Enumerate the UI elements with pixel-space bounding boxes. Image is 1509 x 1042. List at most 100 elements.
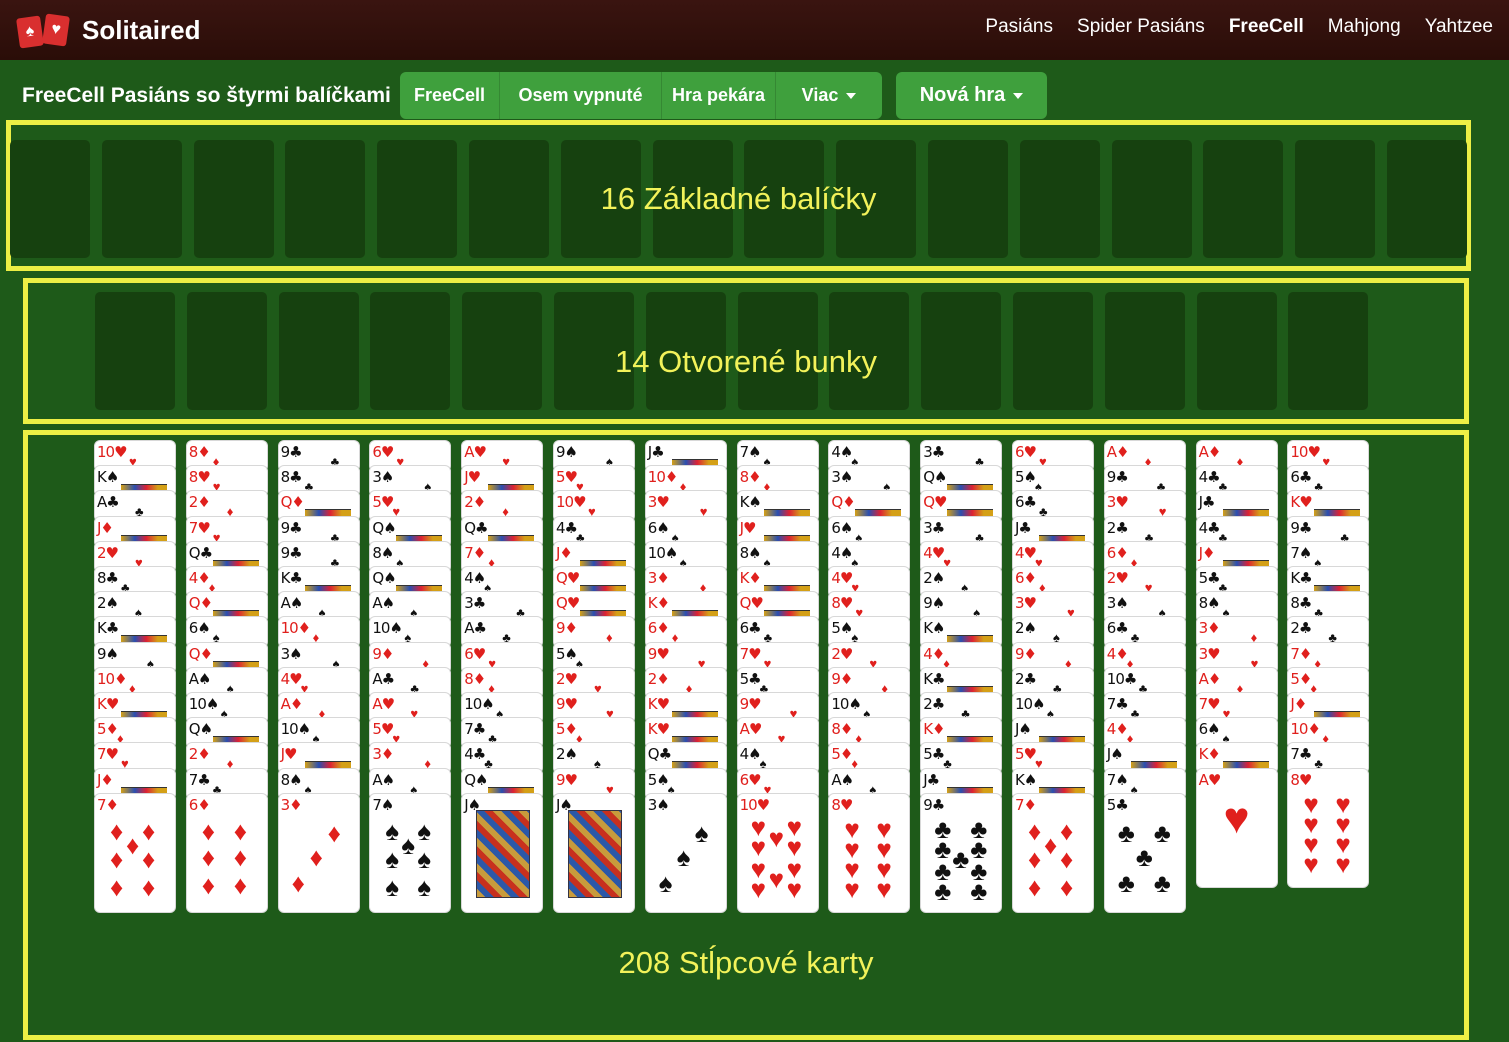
card-pips: ♦ ♦ ♦ ♦ ♦ ♦ ♦: [95, 814, 175, 904]
new-game-dropdown[interactable]: Nová hra: [896, 72, 1047, 119]
card-label: A♠: [280, 594, 304, 613]
card-label: A♥: [464, 443, 487, 461]
card-label: 2♣: [923, 695, 945, 713]
card-label: 10♠: [647, 543, 679, 562]
card-label: 8♥: [831, 594, 853, 613]
card-label: 9♥: [647, 644, 670, 663]
card-label: 7♠: [1290, 543, 1312, 562]
suit-pip-icon: ♥: [768, 863, 785, 894]
playing-card[interactable]: 7♠ ♠ ♠ ♠ ♠ ♠ ♠ ♠: [370, 793, 451, 912]
suit-pip-icon: ♦: [142, 843, 156, 874]
variant-freecell-button[interactable]: FreeCell: [400, 72, 500, 119]
card-label: 8♦: [739, 468, 762, 487]
card-label: 9♣: [923, 795, 945, 814]
card-label: 2♣: [1106, 518, 1129, 537]
card-label: A♠: [188, 669, 212, 688]
playing-card[interactable]: J♠: [554, 793, 634, 912]
suit-pip-icon: ♥: [750, 873, 767, 904]
card-label: 3♣: [923, 518, 945, 537]
card-label: 8♥: [1290, 770, 1312, 789]
card-label: 7♦: [97, 795, 119, 814]
card-label: 6♣: [1106, 619, 1129, 638]
card-pips: ♣ ♣ ♣ ♣ ♣ ♣ ♣ ♣ ♣: [921, 814, 1001, 904]
card-label: 3♦: [1198, 619, 1221, 638]
nav-link-mahjong[interactable]: Mahjong: [1328, 16, 1401, 38]
card-label: 9♣: [280, 543, 303, 562]
card-label: 9♦: [1015, 644, 1037, 663]
nav-link-freecell[interactable]: FreeCell: [1229, 16, 1304, 38]
suit-pip-icon: ♣: [1153, 867, 1171, 898]
card-label: J♦: [97, 518, 114, 537]
suit-pip-icon: ♦: [110, 815, 124, 846]
suit-pip-icon: ♠: [385, 843, 400, 874]
card-label: 8♣: [97, 569, 119, 587]
card-pips: ♦ ♦ ♦: [279, 814, 359, 904]
face-card-art: [304, 761, 351, 769]
card-label: 3♦: [280, 795, 303, 814]
card-label: 7♥: [188, 518, 211, 537]
suit-pip-icon: ♦: [327, 817, 341, 848]
face-card-art: [671, 459, 718, 466]
card-label: 9♦: [372, 644, 394, 663]
suit-pip-icon: ♦: [1028, 815, 1042, 846]
playing-card[interactable]: A♥ ♥: [1196, 768, 1277, 887]
face-card-art: [212, 610, 259, 618]
card-label: 3♦: [647, 569, 670, 587]
card-pips: ♥ ♥ ♥ ♥ ♥ ♥ ♥ ♥ ♥ ♥: [738, 814, 818, 904]
card-label: 3♥: [647, 493, 670, 512]
playing-card[interactable]: 3♦ ♦ ♦ ♦: [278, 793, 359, 912]
playing-card[interactable]: 8♥ ♥ ♥ ♥ ♥ ♥ ♥ ♥ ♥: [829, 793, 910, 912]
suit-pip-icon: ♠: [385, 871, 400, 902]
card-label: 9♠: [97, 644, 119, 663]
face-card-art: [1314, 711, 1361, 718]
playing-card[interactable]: 7♦ ♦ ♦ ♦ ♦ ♦ ♦ ♦: [95, 793, 175, 912]
card-label: A♥: [739, 720, 763, 739]
nav-link-yahtzee[interactable]: Yahtzee: [1425, 16, 1493, 38]
playing-card[interactable]: 8♥ ♥ ♥ ♥ ♥ ♥ ♥ ♥ ♥: [1288, 768, 1369, 887]
nav-link-spider[interactable]: Spider Pasiáns: [1077, 16, 1205, 38]
variant-eight-off-button[interactable]: Osem vypnuté: [500, 72, 662, 119]
face-card-art: [580, 585, 626, 592]
card-label: K♠: [923, 619, 945, 638]
card-label: K♠: [739, 493, 762, 512]
card-label: K♦: [647, 594, 670, 613]
playing-card[interactable]: 7♦ ♦ ♦ ♦ ♦ ♦ ♦ ♦: [1013, 793, 1093, 912]
variant-button-group: FreeCell Osem vypnuté Hra pekára Viac: [400, 72, 882, 119]
card-label: 5♦: [831, 745, 853, 764]
card-label: Q♣: [647, 745, 672, 764]
playing-card[interactable]: 10♥ ♥ ♥ ♥ ♥ ♥ ♥ ♥ ♥ ♥ ♥: [737, 793, 818, 912]
card-label: J♦: [556, 543, 573, 562]
more-variants-dropdown[interactable]: Viac: [776, 72, 882, 119]
face-card-art: [763, 585, 810, 592]
face-card-art: [671, 761, 718, 769]
card-label: K♣: [1290, 569, 1312, 587]
brand[interactable]: ♠ ♥ Solitaired: [16, 12, 200, 49]
card-label: 5♠: [556, 644, 578, 663]
playing-card[interactable]: 9♣ ♣ ♣ ♣ ♣ ♣ ♣ ♣ ♣ ♣: [921, 793, 1002, 912]
playing-card[interactable]: 5♣ ♣ ♣ ♣ ♣ ♣: [1104, 793, 1185, 912]
card-label: K♠: [1015, 770, 1037, 789]
card-label: J♦: [1198, 543, 1216, 562]
playing-card[interactable]: 6♦ ♦ ♦ ♦ ♦ ♦ ♦: [186, 793, 267, 912]
card-label: 6♦: [647, 619, 670, 638]
more-variants-label: Viac: [801, 85, 839, 105]
card-label: 9♣: [1106, 468, 1129, 487]
playing-card[interactable]: J♠: [462, 793, 543, 912]
face-card-art: [1222, 559, 1269, 567]
card-label: 2♣: [1290, 619, 1312, 638]
suit-pip-icon: ♦: [142, 871, 156, 902]
playing-card[interactable]: 3♠ ♠ ♠ ♠: [645, 793, 726, 912]
card-label: J♣: [1198, 493, 1216, 512]
card-label: 7♦: [464, 543, 486, 562]
face-card-art: [476, 809, 531, 898]
brand-name[interactable]: Solitaired: [82, 15, 200, 46]
face-card-art: [855, 509, 902, 517]
card-label: A♣: [464, 619, 487, 638]
suit-pip-icon: ♣: [1117, 817, 1135, 848]
nav-link-pasians[interactable]: Pasiáns: [985, 16, 1053, 38]
card-label: 7♣: [1290, 745, 1312, 764]
card-label: 7♥: [1198, 695, 1221, 713]
variant-bakers-game-button[interactable]: Hra pekára: [662, 72, 776, 119]
card-label: 10♦: [1290, 720, 1321, 739]
card-label: 7♥: [97, 745, 119, 764]
